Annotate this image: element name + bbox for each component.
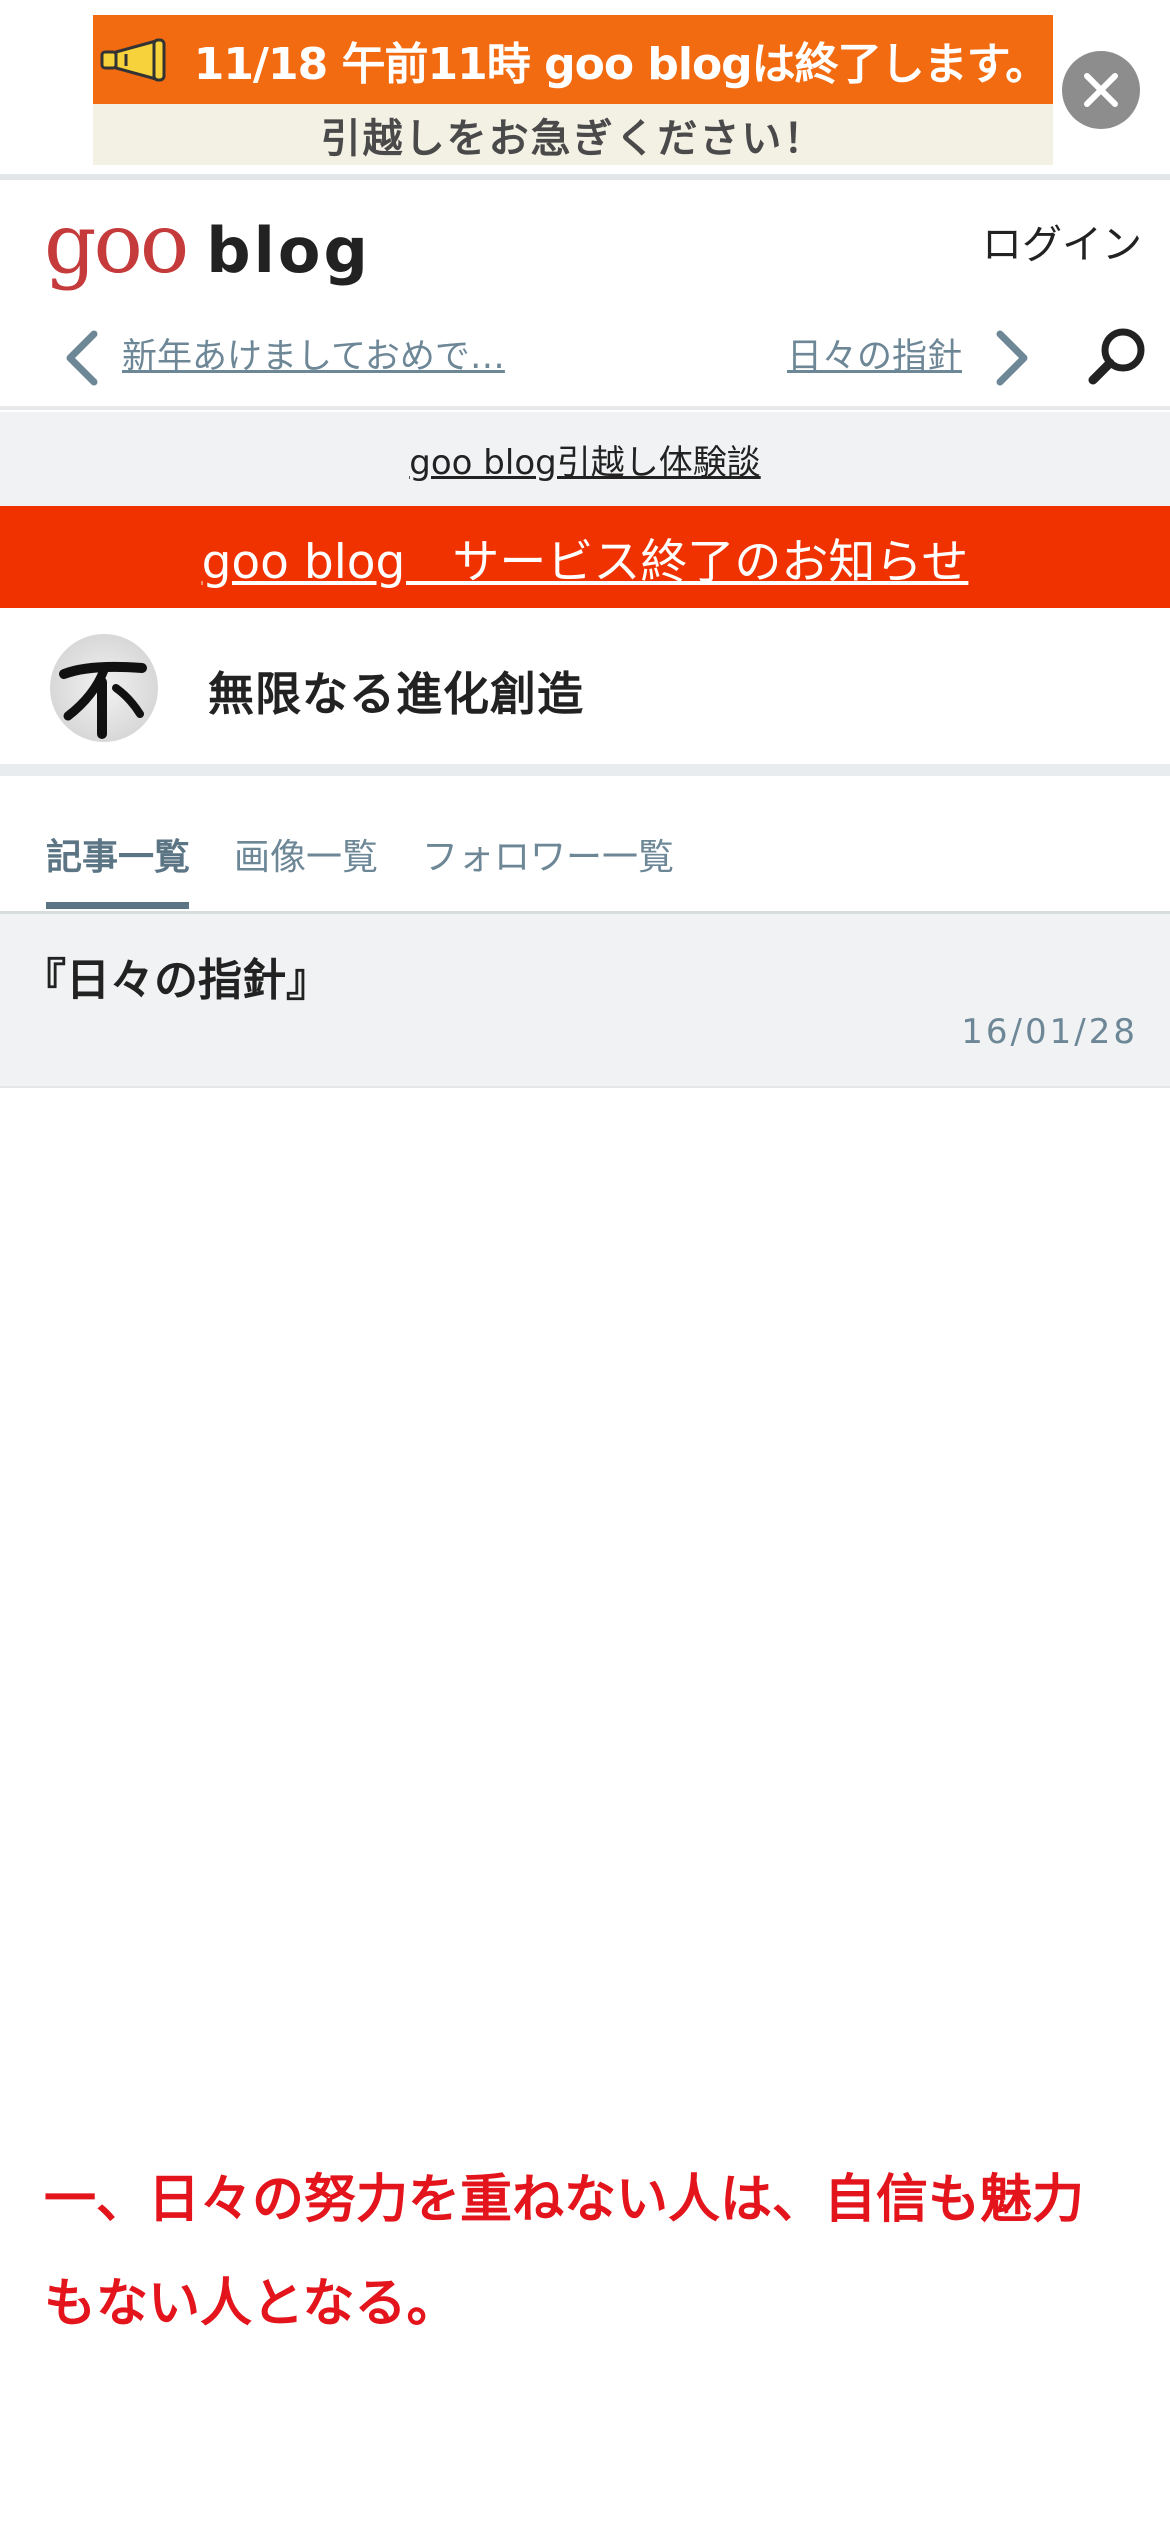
tab-followers[interactable]: フォロワー一覧 xyxy=(422,828,674,880)
blog-tabs: 記事一覧 画像一覧 フォロワー一覧 xyxy=(0,790,1170,914)
service-end-notice: goo blog サービス終了のお知らせ xyxy=(0,506,1170,608)
article-title: 『日々の指針』 xyxy=(22,955,330,1006)
site-header: goo blog ログイン 新年あけましておめで… 日々の指針 xyxy=(0,186,1170,410)
service-end-link[interactable]: goo blog サービス終了のお知らせ xyxy=(202,523,969,592)
search-icon[interactable] xyxy=(1085,324,1149,388)
logo-goo-text: goo xyxy=(44,197,189,292)
top-banner-area: 11/18 午前11時 goo blogは終了します。 引越しをお急ぎください！ xyxy=(0,0,1170,180)
moving-stories-link[interactable]: goo blog引越し体験談 xyxy=(409,435,760,484)
megaphone-icon xyxy=(100,38,166,81)
article-body-text: 一、日々の努力を重ねない人は、自信も魅力もない人となる。 xyxy=(44,2170,1085,2334)
prev-article-link[interactable]: 新年あけましておめで… xyxy=(122,328,505,379)
close-icon xyxy=(1084,73,1118,107)
close-banner-button[interactable] xyxy=(1062,51,1140,129)
article-nav: 新年あけましておめで… 日々の指針 xyxy=(0,316,1170,396)
chevron-left-icon[interactable] xyxy=(62,328,102,388)
ad-banner[interactable]: 11/18 午前11時 goo blogは終了します。 引越しをお急ぎください！ xyxy=(93,15,1053,165)
banner-line-1: 11/18 午前11時 goo blogは終了します。 xyxy=(193,38,1050,90)
next-article-link[interactable]: 日々の指針 xyxy=(787,328,962,379)
banner-bottom: 引越しをお急ぎください！ xyxy=(93,104,1053,165)
chevron-right-icon[interactable] xyxy=(992,328,1032,388)
blog-title[interactable]: 無限なる進化創造 xyxy=(208,658,584,724)
calligraphy-avatar-icon xyxy=(59,661,147,739)
banner-top: 11/18 午前11時 goo blogは終了します。 xyxy=(93,15,1053,104)
blog-header: 無限なる進化創造 xyxy=(0,608,1170,776)
article-date: 16/01/28 xyxy=(961,1012,1138,1052)
active-tab-indicator xyxy=(46,902,189,909)
article-header: 『日々の指針』 16/01/28 xyxy=(0,914,1170,1088)
tab-images[interactable]: 画像一覧 xyxy=(234,828,378,880)
logo-blog-text: blog xyxy=(206,214,371,287)
login-link[interactable]: ログイン xyxy=(982,212,1142,270)
moving-stories-strip: goo blog引越し体験談 xyxy=(0,412,1170,506)
tab-articles[interactable]: 記事一覧 xyxy=(46,828,190,880)
avatar[interactable] xyxy=(50,634,158,742)
goo-blog-logo[interactable]: goo blog xyxy=(44,204,371,286)
banner-line-2: 引越しをお急ぎください！ xyxy=(320,115,826,162)
